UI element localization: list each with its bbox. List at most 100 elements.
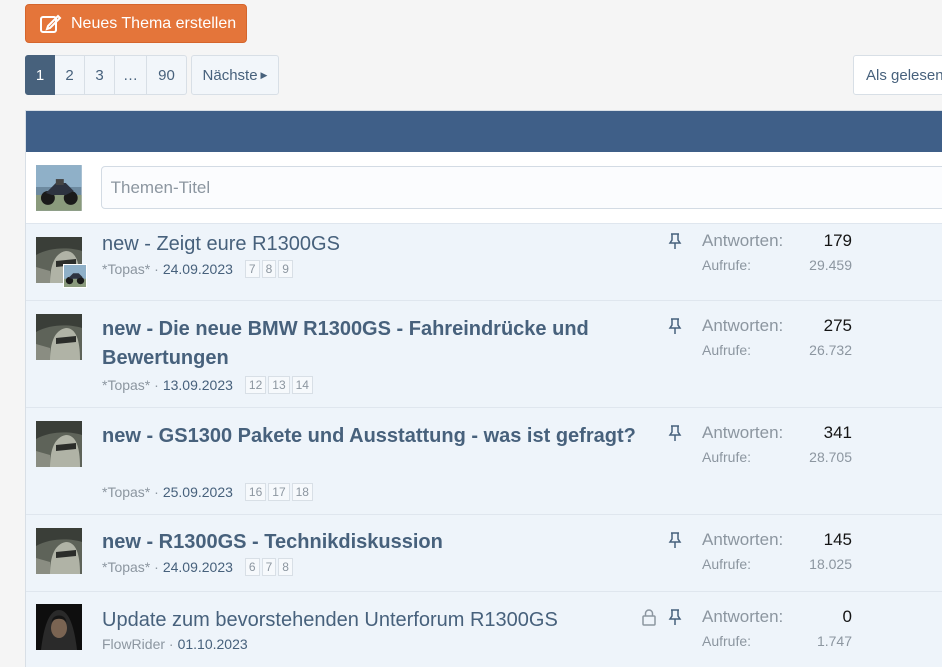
page-link[interactable]: 1 (25, 55, 55, 95)
thread-row[interactable]: new - Zeigt eure R1300GS *Topas* · 24.09… (26, 224, 942, 301)
thread-author[interactable]: *Topas* (102, 261, 150, 277)
views-stat: Aufrufe: 1.747 (702, 633, 852, 649)
thread-title-text[interactable]: R1300GS - Technikdiskussion (159, 531, 443, 553)
thread-page-link[interactable]: 18 (291, 483, 313, 501)
thread-meta: *Topas* · 24.09.2023 789 (102, 260, 295, 278)
replies-stat: Antworten: 0 (702, 607, 852, 627)
avatar[interactable] (36, 314, 82, 360)
thread-stats: Antworten: 341 Aufrufe: 28.705 (702, 423, 852, 465)
thread-meta: *Topas* · 13.09.2023 12 13 14 (102, 376, 315, 394)
pin-icon (668, 609, 682, 625)
avatar[interactable] (36, 528, 82, 574)
replies-count: 341 (823, 423, 852, 442)
left-gutter (0, 0, 25, 667)
avatar-mini[interactable] (63, 264, 87, 288)
page-link[interactable]: 2 (55, 55, 85, 95)
thread-page-link[interactable]: 12 (244, 376, 267, 394)
replies-stat: Antworten: 145 (702, 530, 852, 550)
page-link[interactable]: … (115, 55, 147, 95)
thread-row[interactable]: Update zum bevorstehenden Unterforum R13… (26, 592, 942, 667)
pin-icon (668, 425, 682, 441)
thread-title[interactable]: new - R1300GS - Technikdiskussion (102, 528, 642, 557)
thread-page-link[interactable]: 8 (278, 558, 293, 576)
avatar[interactable] (36, 604, 82, 650)
replies-count: 145 (823, 530, 852, 549)
thread-title-text[interactable]: GS1300 Pakete und Ausstattung - was ist … (159, 425, 636, 447)
thread-prefix[interactable]: new - (102, 425, 159, 447)
replies-label: Antworten: (702, 231, 784, 250)
next-page-button[interactable]: Nächste ▶ (191, 55, 279, 95)
views-stat: Aufrufe: 26.732 (702, 342, 852, 358)
views-label: Aufrufe: (702, 633, 752, 649)
thread-title-text[interactable]: Zeigt eure R1300GS (156, 233, 339, 255)
thread-prefix[interactable]: new - (102, 318, 159, 340)
pagination: 1 2 3… 90 (25, 55, 187, 95)
thread-page-link[interactable]: 13 (268, 376, 290, 394)
new-thread-label: Neues Thema erstellen (71, 14, 237, 32)
lock-icon (642, 609, 656, 626)
avatar-motorcycle (36, 164, 82, 211)
views-stat: Aufrufe: 29.459 (702, 257, 852, 273)
thread-prefix[interactable]: new - (102, 233, 156, 255)
pin-icon (668, 532, 682, 548)
thread-page-link[interactable]: 8 (261, 260, 277, 278)
thread-page-link[interactable]: 7 (244, 260, 260, 278)
views-count: 18.025 (809, 556, 852, 572)
replies-count: 0 (842, 607, 852, 626)
thread-title-placeholder: Themen-Titel (110, 177, 211, 197)
thread-page-link[interactable]: 6 (244, 558, 260, 576)
thread-page-link[interactable]: 9 (278, 260, 293, 278)
views-label: Aufrufe: (702, 257, 752, 273)
thread-title-input[interactable]: Themen-Titel (100, 166, 942, 209)
new-thread-button[interactable]: Neues Thema erstellen (25, 4, 247, 43)
thread-page-link[interactable]: 17 (268, 483, 290, 501)
thread-stats: Antworten: 0 Aufrufe: 1.747 (702, 607, 852, 649)
replies-stat: Antworten: 275 (702, 316, 852, 336)
thread-row[interactable]: new - Die neue BMW R1300GS - Fahreindrüc… (26, 301, 942, 408)
replies-count: 179 (823, 231, 852, 250)
thread-list-header (26, 111, 942, 152)
thread-title[interactable]: new - GS1300 Pakete und Ausstattung - wa… (102, 422, 642, 451)
thread-author[interactable]: FlowRider (102, 636, 165, 652)
thread-title-text[interactable]: Die neue BMW R1300GS - Fahreindrücke und… (102, 318, 589, 369)
replies-label: Antworten: (702, 423, 784, 442)
page-link[interactable]: 90 (147, 55, 187, 95)
views-label: Aufrufe: (702, 449, 752, 465)
thread-date[interactable]: 01.10.2023 (178, 636, 248, 652)
thread-author[interactable]: *Topas* (102, 377, 150, 393)
next-page-label: Nächste (202, 66, 258, 84)
thread-title-text[interactable]: Update zum bevorstehenden Unterforum R13… (102, 609, 558, 631)
views-label: Aufrufe: (702, 556, 752, 572)
thread-row[interactable]: new - R1300GS - Technikdiskussion *Topas… (26, 515, 942, 592)
thread-date[interactable]: 24.09.2023 (163, 261, 233, 277)
thread-page-link[interactable]: 14 (291, 376, 313, 394)
thread-date[interactable]: 24.09.2023 (163, 559, 233, 575)
thread-author[interactable]: *Topas* (102, 559, 150, 575)
page-link[interactable]: 3 (85, 55, 115, 95)
thread-prefix[interactable]: new - (102, 531, 159, 553)
thread-page-link[interactable]: 7 (261, 558, 277, 576)
thread-title[interactable]: new - Zeigt eure R1300GS (102, 230, 642, 259)
replies-label: Antworten: (702, 316, 784, 335)
caret-right-icon: ▶ (260, 69, 268, 80)
thread-author[interactable]: *Topas* (102, 484, 150, 500)
mark-read-button[interactable]: Als gelesen (853, 55, 942, 95)
thread-row[interactable]: new - GS1300 Pakete und Ausstattung - wa… (26, 408, 942, 515)
replies-label: Antworten: (702, 530, 784, 549)
avatar[interactable] (36, 421, 82, 467)
thread-date[interactable]: 13.09.2023 (163, 377, 233, 393)
thread-page-link[interactable]: 16 (244, 483, 267, 501)
meta-separator: · (150, 261, 159, 277)
thread-date[interactable]: 25.09.2023 (163, 484, 233, 500)
thread-stats: Antworten: 179 Aufrufe: 29.459 (702, 231, 852, 273)
meta-separator: · (150, 484, 159, 500)
quick-thread-row: Themen-Titel (26, 152, 942, 224)
thread-meta: FlowRider · 01.10.2023 (102, 636, 248, 652)
thread-title[interactable]: new - Die neue BMW R1300GS - Fahreindrüc… (102, 315, 642, 373)
mark-read-label: Als gelesen (866, 66, 942, 84)
thread-title[interactable]: Update zum bevorstehenden Unterforum R13… (102, 606, 642, 635)
views-count: 26.732 (809, 342, 852, 358)
thread-pages: 12 13 14 (244, 376, 315, 394)
replies-count: 275 (823, 316, 852, 335)
replies-stat: Antworten: 179 (702, 231, 852, 251)
